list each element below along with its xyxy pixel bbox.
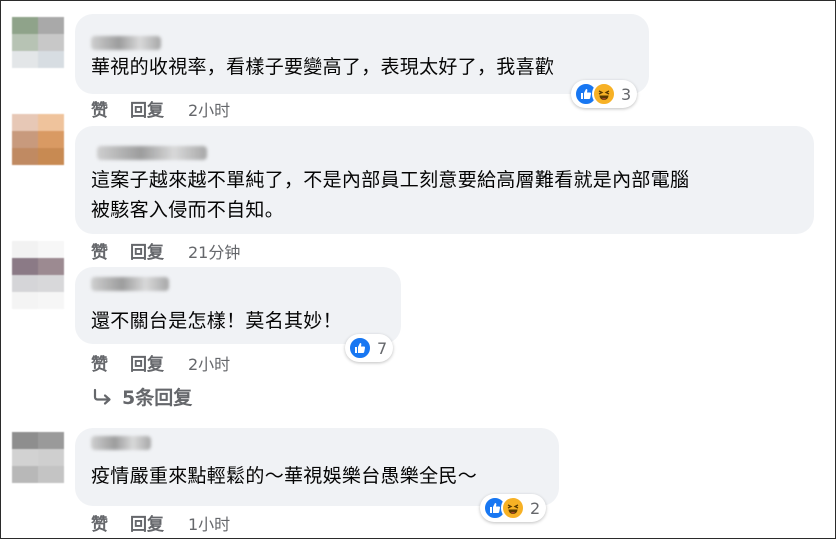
haha-icon: [592, 82, 616, 106]
comment-bubble: 這案子越來越不單純了，不是內部員工刻意要給高層難看就是內部電腦 被駭客入侵而不自…: [75, 126, 814, 234]
comment-text: 疫情嚴重來點輕鬆的～華視娛樂台愚樂全民～: [91, 465, 478, 487]
comment-text: 這案子越來越不單純了，不是內部員工刻意要給高層難看就是內部電腦: [91, 169, 690, 191]
like-button[interactable]: 赞: [91, 238, 108, 263]
more-replies-label[interactable]: 5条回复: [122, 383, 192, 410]
author-name-blurred[interactable]: [97, 146, 207, 160]
avatar[interactable]: [12, 114, 64, 182]
like-button[interactable]: 赞: [91, 96, 108, 121]
view-more-replies[interactable]: 5条回复: [92, 383, 192, 410]
comment-text: 華視的收視率，看樣子要變高了，表現太好了，我喜歡: [91, 56, 555, 78]
reaction-summary[interactable]: 7: [345, 334, 394, 362]
avatar[interactable]: [12, 241, 64, 309]
reaction-count: 3: [621, 84, 632, 104]
like-icon: [348, 336, 372, 360]
comment-bubble: 疫情嚴重來點輕鬆的～華視娛樂台愚樂全民～: [75, 428, 559, 506]
reply-button[interactable]: 回复: [130, 510, 164, 535]
author-name-blurred[interactable]: [91, 277, 169, 291]
reply-button[interactable]: 回复: [130, 238, 164, 263]
timestamp[interactable]: 21分钟: [188, 239, 240, 263]
author-name-blurred[interactable]: [91, 36, 161, 50]
reply-button[interactable]: 回复: [130, 350, 164, 375]
comment-actions: 赞 回复 21分钟: [91, 238, 240, 264]
comment-actions: 赞 回复 2小时: [91, 96, 230, 122]
timestamp[interactable]: 2小时: [188, 97, 230, 121]
timestamp[interactable]: 2小时: [188, 351, 230, 375]
reaction-count: 2: [530, 498, 541, 518]
reply-arrow-icon: [93, 388, 111, 405]
avatar[interactable]: [12, 17, 64, 85]
reaction-count: 7: [377, 338, 388, 358]
comment-text: 被駭客入侵而不自知。: [91, 199, 285, 221]
reaction-summary[interactable]: 2: [480, 494, 547, 522]
comment-bubble: 還不關台是怎樣！莫名其妙！: [75, 267, 401, 344]
avatar[interactable]: [12, 432, 64, 500]
like-button[interactable]: 赞: [91, 510, 108, 535]
like-button[interactable]: 赞: [91, 350, 108, 375]
reaction-summary[interactable]: 3: [571, 80, 638, 108]
timestamp[interactable]: 1小时: [188, 511, 230, 535]
haha-icon: [501, 496, 525, 520]
comment-actions: 赞 回复 2小时: [91, 350, 230, 376]
author-name-blurred[interactable]: [91, 436, 151, 450]
comment-actions: 赞 回复 1小时: [91, 510, 230, 536]
comment-text: 還不關台是怎樣！莫名其妙！: [91, 310, 342, 332]
comment-bubble: 華視的收視率，看樣子要變高了，表現太好了，我喜歡: [75, 14, 649, 94]
reply-button[interactable]: 回复: [130, 96, 164, 121]
